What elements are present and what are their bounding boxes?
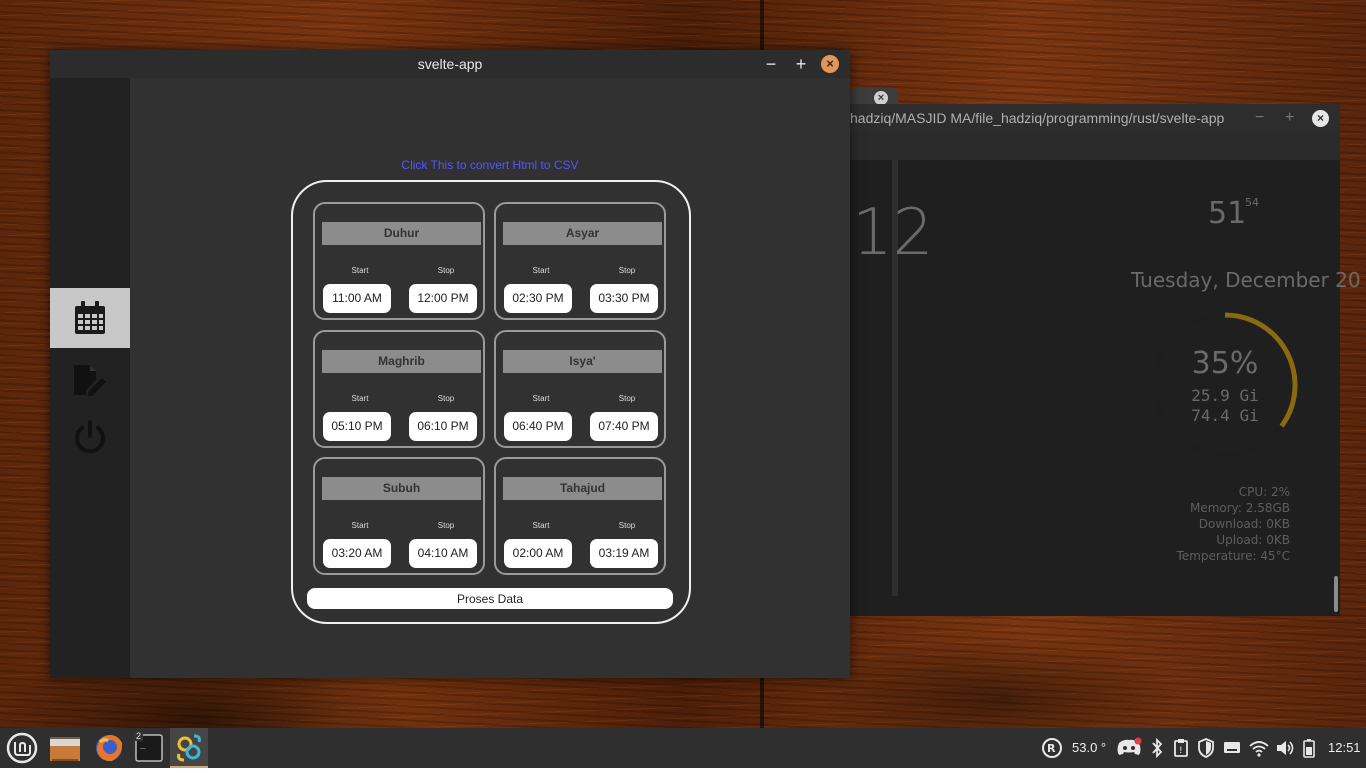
taskbar-svelte-app-button[interactable] (170, 728, 208, 768)
ram-ring-gauge (1152, 312, 1298, 458)
shield-icon[interactable] (1196, 737, 1216, 759)
prayer-card-isya: Isya' Start Stop 06:40 PM 07:40 PM (494, 330, 666, 448)
firefox-icon (96, 735, 123, 762)
prayer-name: Asyar (503, 222, 662, 245)
stop-time-input[interactable]: 06:10 PM (409, 412, 477, 441)
calendar-icon (75, 301, 105, 334)
stop-time-input[interactable]: 04:10 AM (409, 539, 477, 568)
sidebar-item-edit[interactable] (50, 350, 130, 410)
start-label: Start (351, 394, 369, 403)
tray-clock[interactable]: 12:51 (1328, 740, 1361, 762)
file-edit-icon (74, 365, 106, 396)
ram-percent: 35% (1191, 346, 1259, 381)
maximize-button[interactable]: + (791, 54, 811, 74)
volume-icon[interactable] (1274, 737, 1296, 759)
conky-second: 54 (1245, 196, 1259, 209)
start-label: Start (351, 266, 369, 275)
stop-time-input[interactable]: 03:19 AM (590, 539, 658, 568)
ram-total: 74.4 Gi (1191, 406, 1259, 425)
prayer-name: Maghrib (322, 350, 481, 373)
stop-label: Stop (618, 266, 636, 275)
svg-text:!: ! (1179, 746, 1183, 756)
mint-menu-icon (6, 732, 38, 764)
svelte-app-window: svelte-app − + × Click This to convert H… (50, 50, 850, 678)
close-button[interactable]: × (821, 55, 839, 73)
prayer-schedule-form: Duhur Start Stop 11:00 AM 12:00 PM Asyar… (291, 180, 691, 624)
start-label: Start (532, 521, 550, 530)
convert-csv-link[interactable]: Click This to convert Html to CSV (130, 158, 850, 172)
taskbar-firefox-button[interactable] (90, 728, 128, 768)
temperature-stat: Temperature: 45°C (1176, 549, 1290, 563)
stop-label: Stop (437, 521, 455, 530)
prayer-card-asyar: Asyar Start Stop 02:30 PM 03:30 PM (494, 202, 666, 320)
start-time-input[interactable]: 06:40 PM (504, 412, 572, 441)
taskbar-menu-button[interactable] (4, 728, 40, 768)
pane-scrollbar[interactable] (1334, 576, 1338, 612)
start-label: Start (351, 521, 369, 530)
stop-time-input[interactable]: 12:00 PM (409, 284, 477, 313)
sidebar (50, 78, 130, 678)
svg-text:_: _ (140, 740, 146, 750)
sidebar-item-power[interactable] (50, 408, 130, 468)
background-window-path: hadziq/MASJID MA/file_hadziq/programming… (850, 110, 1225, 126)
taskbar-files-button[interactable] (44, 728, 86, 768)
stop-label: Stop (437, 394, 455, 403)
sensors-icon[interactable]: R (1040, 737, 1064, 759)
terminal-window-count: 2 (134, 731, 143, 741)
background-window-titlebar[interactable]: hadziq/MASJID MA/file_hadziq/programming… (850, 104, 1340, 132)
stop-time-input[interactable]: 03:30 PM (590, 284, 658, 313)
wifi-icon[interactable] (1248, 737, 1270, 759)
prayer-card-duhur: Duhur Start Stop 11:00 AM 12:00 PM (313, 202, 485, 320)
prayer-card-subuh: Subuh Start Stop 03:20 AM 04:10 AM (313, 457, 485, 575)
stop-label: Stop (618, 521, 636, 530)
window-title: svelte-app (417, 56, 483, 72)
bg-maximize-button[interactable]: + (1285, 104, 1294, 132)
start-time-input[interactable]: 02:30 PM (504, 284, 572, 313)
bg-close-button[interactable]: × (1312, 110, 1329, 127)
memory-stat: Memory: 2.58GB (1189, 501, 1290, 515)
conky-minute: 51 (1208, 196, 1247, 231)
cpu-stat: CPU: 2% (1238, 485, 1290, 499)
bluetooth-icon[interactable] (1150, 737, 1164, 759)
download-stat: Download: 0KB (1198, 517, 1290, 531)
window-titlebar[interactable]: svelte-app − + × (50, 50, 850, 78)
discord-icon[interactable] (1116, 737, 1142, 759)
tab-close-icon[interactable]: × (874, 91, 888, 105)
tray-temperature[interactable]: 53.0 ° (1072, 740, 1106, 762)
prayer-name: Tahajud (503, 477, 662, 500)
tauri-icon (177, 734, 201, 762)
conky-hour: 12 (852, 196, 934, 270)
svg-text:R: R (1047, 742, 1056, 755)
content-area: Click This to convert Html to CSV Duhur … (130, 78, 850, 678)
stop-time-input[interactable]: 07:40 PM (590, 412, 658, 441)
power-icon (75, 420, 105, 454)
prayer-card-maghrib: Maghrib Start Stop 05:10 PM 06:10 PM (313, 330, 485, 448)
start-time-input[interactable]: 03:20 AM (323, 539, 391, 568)
stop-label: Stop (618, 394, 636, 403)
minimize-button[interactable]: − (761, 54, 781, 74)
prayer-card-tahajud: Tahajud Start Stop 02:00 AM 03:19 AM (494, 457, 666, 575)
prayer-name: Subuh (322, 477, 481, 500)
ram-used: 25.9 Gi (1191, 386, 1259, 405)
battery-icon[interactable] (1300, 737, 1318, 759)
clipboard-icon[interactable]: ! (1172, 737, 1190, 759)
start-time-input[interactable]: 11:00 AM (323, 284, 391, 313)
start-time-input[interactable]: 02:00 AM (504, 539, 572, 568)
sidebar-item-calendar[interactable] (50, 288, 130, 348)
start-time-input[interactable]: 05:10 PM (323, 412, 391, 441)
start-label: Start (532, 394, 550, 403)
prayer-name: Duhur (322, 222, 481, 245)
upload-stat: Upload: 0KB (1216, 533, 1290, 547)
start-label: Start (532, 266, 550, 275)
bg-minimize-button[interactable]: − (1255, 104, 1264, 132)
stop-label: Stop (437, 266, 455, 275)
proses-data-button[interactable]: Proses Data (307, 588, 673, 609)
folder-icon (50, 737, 80, 761)
prayer-name: Isya' (503, 350, 662, 373)
conky-date: Tuesday, December 20 (1131, 268, 1361, 292)
keyboard-icon[interactable] (1222, 737, 1242, 759)
